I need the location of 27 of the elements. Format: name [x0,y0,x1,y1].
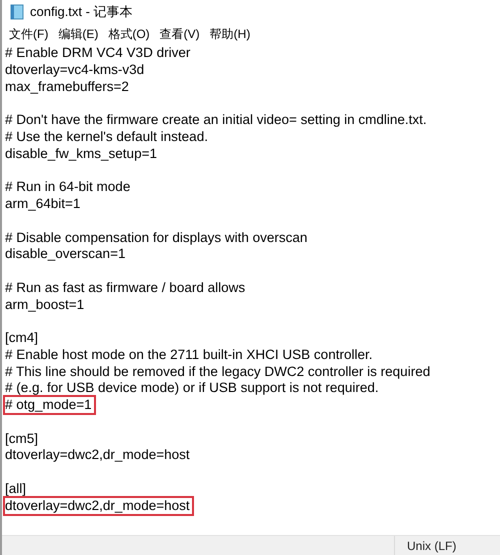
code-line: disable_overscan=1 [5,246,126,262]
code-line: [all] [5,480,26,497]
menu-item[interactable]: 编辑(E) [54,24,102,44]
code-line: dtoverlay=dwc2,dr_mode=host [5,447,190,464]
window-title: config.txt - 记事本 [30,3,133,22]
code-line: dtoverlay=vc4-kms-v3d [5,62,144,78]
menu-item[interactable]: 格式(O) [104,24,154,44]
code-line: # Don't have the firmware create an initial video= setting in cmdline.txt. [5,112,427,128]
code-line: # Use the kernel's default instead. [5,129,208,146]
line-ending-label: Unix (LF) [406,538,456,555]
code-line: # Enable host mode on the 2711 built-in XHCI USB controller. [5,346,372,363]
code-line: arm_64bit=1 [5,196,80,212]
menu-item[interactable]: 帮助(H) [206,24,254,44]
notepad-icon [10,4,24,20]
code-line: # Enable DRM VC4 V3D driver [5,45,190,62]
code-line: disable_fw_kms_setup=1 [5,146,157,162]
code-line: # (e.g. for USB device mode) or if USB support is not required. [5,380,379,396]
code-line: arm_boost=1 [5,296,84,313]
code-line: # Run as fast as firmware / board allows [5,280,246,296]
code-line: # This line should be removed if the legacy DWC2 controller is required [5,364,430,380]
menu-item[interactable]: 文件(F) [5,24,52,44]
code-line: # Disable compensation for displays with overscan [5,230,308,246]
code-line: max_framebuffers=2 [5,78,129,95]
code-line: # Run in 64-bit mode [5,179,130,196]
menu-item[interactable]: 查看(V) [156,24,204,44]
code-line: [cm5] [5,430,38,447]
code-line: [cm4] [5,330,38,346]
